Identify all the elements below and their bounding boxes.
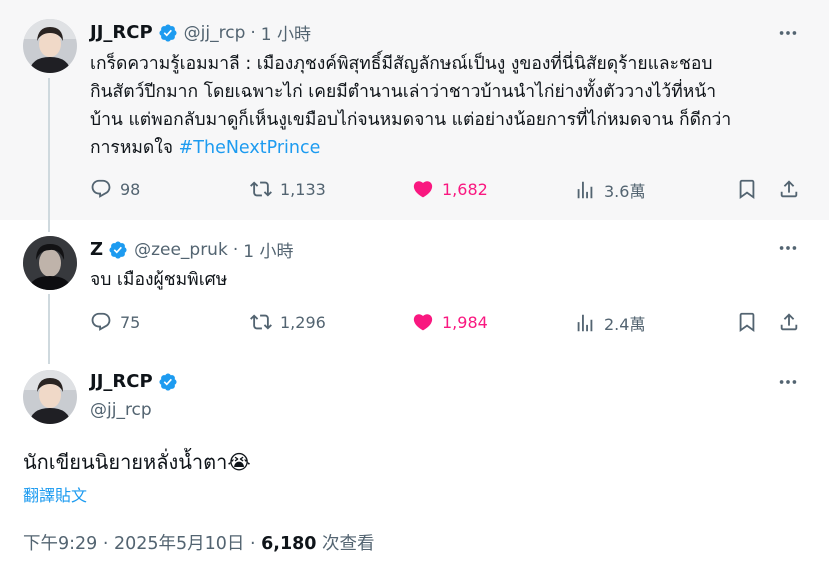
verified-badge-icon xyxy=(159,23,177,42)
share-icon xyxy=(780,180,798,198)
reply-button[interactable]: 98 xyxy=(90,178,140,200)
views-count: 6,180 xyxy=(261,534,317,554)
avatar[interactable] xyxy=(23,370,77,424)
verified-badge-icon xyxy=(159,372,177,391)
handle[interactable]: @jj_rcp xyxy=(184,23,246,43)
handle[interactable]: @zee_pruk xyxy=(134,240,228,260)
views-chart-icon xyxy=(577,314,593,332)
avatar[interactable] xyxy=(23,236,77,290)
like-button[interactable]: 1,682 xyxy=(412,178,488,200)
views-chart-icon xyxy=(577,181,593,199)
heart-icon xyxy=(413,314,433,331)
thread-line xyxy=(48,294,50,364)
more-icon[interactable] xyxy=(777,22,799,44)
thread-line xyxy=(48,220,50,232)
retweet-icon xyxy=(250,181,272,197)
crying-face-emoji: 😭 xyxy=(227,450,251,474)
tweet-time[interactable]: 1 小時 xyxy=(243,237,293,262)
display-name[interactable]: Z xyxy=(90,239,103,260)
share-button[interactable] xyxy=(778,311,808,333)
verified-badge-icon xyxy=(109,240,127,259)
display-name[interactable]: JJ_RCP xyxy=(90,22,153,43)
main-tweet-text: นักเขียนนิยายหลั่งน้ำตา😭 xyxy=(23,450,251,474)
share-icon xyxy=(780,313,798,331)
avatar[interactable] xyxy=(23,19,77,73)
timestamp[interactable]: 下午9:29 · 2025年5月10日 · xyxy=(23,534,261,554)
views-button[interactable]: 3.6萬 xyxy=(574,178,645,202)
views-label: 次查看 xyxy=(316,534,375,554)
tweet-jj-rcp-parent[interactable]: JJ_RCP @jj_rcp · 1 小時 เกร็ดความรู้เอมมาล… xyxy=(0,0,829,220)
handle[interactable]: @jj_rcp xyxy=(90,400,152,420)
retweet-button[interactable]: 1,296 xyxy=(250,311,326,333)
tweet-header: JJ_RCP @jj_rcp · 1 小時 xyxy=(90,20,312,45)
reply-button[interactable]: 75 xyxy=(90,311,140,333)
heart-icon xyxy=(413,181,433,198)
display-name[interactable]: JJ_RCP xyxy=(90,371,153,392)
reply-icon xyxy=(91,179,111,198)
more-icon[interactable] xyxy=(777,237,799,259)
tweet-actions: 98 1,133 1,682 3.6萬 xyxy=(90,178,829,204)
like-button[interactable]: 1,984 xyxy=(412,311,488,333)
retweet-button[interactable]: 1,133 xyxy=(250,178,326,200)
translate-post-link[interactable]: 翻譯貼文 xyxy=(23,482,87,506)
reply-icon xyxy=(91,312,111,331)
more-icon[interactable] xyxy=(777,371,799,393)
bookmark-button[interactable] xyxy=(736,178,766,200)
tweet-text: จบ เมืองผู้ชมพิเศษ xyxy=(90,270,228,290)
tweet-time[interactable]: 1 小時 xyxy=(261,20,311,45)
tweet-timestamp-views: 下午9:29 · 2025年5月10日 · 6,180 次查看 xyxy=(23,530,375,555)
retweet-icon xyxy=(250,314,272,330)
bookmark-button[interactable] xyxy=(736,311,766,333)
bookmark-icon xyxy=(739,312,755,333)
share-button[interactable] xyxy=(778,178,808,200)
views-button[interactable]: 2.4萬 xyxy=(574,311,645,335)
tweet-text: เกร็ดความรู้เอมมาลี : เมืองภุชงค์พิสุทธิ… xyxy=(90,54,732,158)
thread-line xyxy=(48,78,50,220)
tweet-header: Z @zee_pruk · 1 小時 xyxy=(90,237,294,262)
tweet-actions: 75 1,296 1,984 2.4萬 xyxy=(90,311,829,337)
hashtag-link[interactable]: #TheNextPrince xyxy=(179,138,321,158)
main-tweet-header: JJ_RCP xyxy=(90,371,184,392)
bookmark-icon xyxy=(739,179,755,200)
